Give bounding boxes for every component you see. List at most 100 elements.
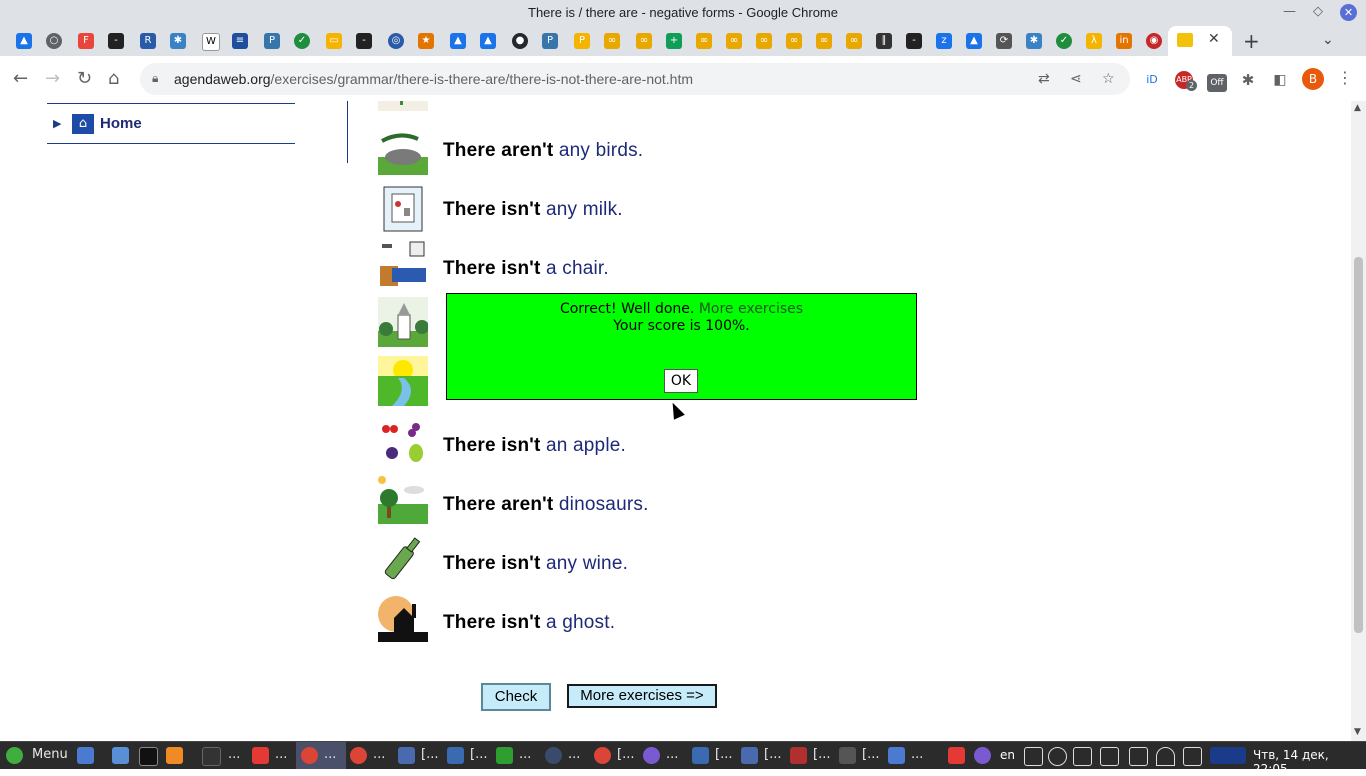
infinity-icon-2[interactable]: ∞ — [636, 33, 652, 49]
more-exercises-button[interactable]: More exercises => — [567, 684, 717, 708]
back-icon[interactable]: ← — [13, 68, 28, 89]
tray-anydesk-icon[interactable] — [948, 747, 965, 764]
mint-menu-icon[interactable] — [6, 747, 23, 764]
window-terminal-label[interactable]: ... — [228, 747, 240, 764]
bluetooth-icon[interactable] — [1129, 747, 1148, 766]
infinity-icon-4[interactable]: ∞ — [726, 33, 742, 49]
drive-icon-3[interactable]: ▲ — [480, 33, 496, 49]
python-icon-2[interactable]: P — [542, 33, 558, 49]
window-viber-label[interactable]: ... — [666, 747, 678, 764]
wifi-icon[interactable] — [1156, 747, 1175, 766]
circle-tab-icon[interactable]: ◎ — [388, 33, 404, 49]
extensions-puzzle-icon[interactable]: ✱ — [1239, 71, 1257, 89]
terminal-icon-3[interactable]: - — [906, 33, 922, 49]
url-text[interactable]: agendaweb.org/exercises/grammar/there-is… — [174, 71, 693, 87]
tray-viber-icon[interactable] — [974, 747, 991, 764]
address-bar[interactable]: 🔒︎ agendaweb.org/exercises/grammar/there… — [140, 63, 1130, 95]
off-extension-icon[interactable]: Off — [1207, 74, 1227, 92]
infinity-icon-8[interactable]: ∞ — [846, 33, 862, 49]
scrollbar-thumb[interactable] — [1354, 257, 1363, 633]
ok-button[interactable]: OK — [664, 369, 698, 393]
infinity-icon-1[interactable]: ∞ — [604, 33, 620, 49]
wikipedia-icon[interactable]: W — [202, 33, 220, 51]
menu-button[interactable]: Menu — [32, 747, 68, 764]
python-icon-3[interactable]: P — [574, 33, 590, 49]
check-tab-icon-2[interactable]: ✓ — [1056, 33, 1072, 49]
window-misc-2-label[interactable]: ... — [911, 747, 923, 764]
sync-icon[interactable]: ⟳ — [996, 33, 1012, 49]
drive-icon-4[interactable]: ▲ — [966, 33, 982, 49]
books-icon[interactable]: ∥ — [876, 33, 892, 49]
window-doc-2-label[interactable]: [... — [715, 747, 732, 764]
window-folder-icon[interactable] — [398, 747, 415, 764]
volume-icon[interactable] — [1073, 747, 1092, 766]
tab-search-icon[interactable]: ⌄ — [1322, 32, 1334, 48]
puzzle-tab-icon-2[interactable]: ✱ — [1026, 33, 1042, 49]
show-desktop-icon[interactable] — [77, 747, 94, 764]
side-panel-icon[interactable]: ◧ — [1271, 71, 1289, 89]
infinity-icon-7[interactable]: ∞ — [816, 33, 832, 49]
bookmark-star-icon[interactable]: ☆ — [1102, 71, 1115, 87]
tab-close-icon[interactable]: ✕ — [1208, 31, 1220, 47]
zoom-icon[interactable]: z — [936, 33, 952, 49]
minimize-icon[interactable]: — — [1283, 4, 1296, 19]
files-icon[interactable] — [112, 747, 129, 764]
figma-icon[interactable]: F — [78, 33, 94, 49]
drive-icon-2[interactable]: ▲ — [450, 33, 466, 49]
lock-icon[interactable]: 🔒︎ — [152, 71, 158, 86]
share-icon[interactable]: ⋖ — [1070, 71, 1082, 87]
infinity-icon-5[interactable]: ∞ — [756, 33, 772, 49]
terminal-icon-2[interactable]: - — [356, 33, 372, 49]
forward-icon[interactable]: → — [45, 68, 60, 89]
window-terminal-icon[interactable] — [202, 747, 221, 766]
r-icon[interactable]: R — [140, 33, 156, 49]
window-chrome-3-label[interactable]: [... — [617, 747, 634, 764]
drive-icon[interactable]: ▲ — [16, 33, 32, 49]
window-misc-label[interactable]: [... — [862, 747, 879, 764]
check-button[interactable]: Check — [481, 683, 551, 711]
puzzle-tab-icon[interactable]: ✱ — [170, 33, 186, 49]
star-tab-icon[interactable]: ★ — [418, 33, 434, 49]
python-icon[interactable]: P — [264, 33, 280, 49]
window-chrome-2-label[interactable]: ... — [373, 747, 385, 764]
window-app-icon[interactable] — [545, 747, 562, 764]
clipboard-icon[interactable] — [1183, 747, 1202, 766]
app-launcher-icon[interactable] — [166, 747, 183, 764]
lambda-icon[interactable]: λ — [1086, 33, 1102, 49]
window-calc-label[interactable]: ... — [519, 747, 531, 764]
record-icon[interactable]: ◉ — [1146, 33, 1162, 49]
window-chrome-icon[interactable] — [301, 747, 318, 764]
terminal-launcher-icon[interactable] — [139, 747, 158, 766]
stackoverflow-icon[interactable]: ≡ — [232, 33, 248, 49]
translate-icon[interactable]: ⇄ — [1038, 71, 1050, 87]
chrome-menu-icon[interactable]: ⋮ — [1337, 68, 1353, 87]
window-chrome-3-icon[interactable] — [594, 747, 611, 764]
keyboard-layout-indicator[interactable]: en — [1000, 748, 1015, 762]
window-folder-label[interactable]: [... — [421, 747, 438, 764]
window-chrome-2-icon[interactable] — [350, 747, 367, 764]
home-nav-icon[interactable]: ⌂ — [72, 114, 94, 134]
check-tab-icon[interactable]: ✓ — [294, 33, 310, 49]
system-monitor-icon[interactable] — [1210, 747, 1246, 764]
id-extension-icon[interactable]: iD — [1143, 71, 1161, 89]
sidebar-item-home[interactable]: Home — [100, 115, 142, 132]
window-misc-2-icon[interactable] — [888, 747, 905, 764]
close-window-icon[interactable]: ✕ — [1340, 4, 1357, 21]
more-exercises-link[interactable]: More exercises — [699, 301, 803, 317]
window-editor-icon[interactable] — [790, 747, 807, 764]
infinity-icon-6[interactable]: ∞ — [786, 33, 802, 49]
new-tab-button[interactable]: + — [1243, 29, 1260, 53]
scroll-up-icon[interactable]: ▲ — [1354, 103, 1361, 113]
tab-active[interactable]: ✕ — [1168, 26, 1232, 56]
window-folder-2-label[interactable]: [... — [764, 747, 781, 764]
in-icon[interactable]: in — [1116, 33, 1132, 49]
clock[interactable]: Чтв, 14 дек, 22:05 — [1253, 748, 1366, 776]
github-icon[interactable]: ● — [512, 33, 528, 49]
display-icon[interactable] — [1024, 747, 1043, 766]
terminal-icon[interactable]: - — [108, 33, 124, 49]
reload-icon[interactable]: ↻ — [77, 68, 92, 89]
window-app-label[interactable]: ... — [568, 747, 580, 764]
slides-icon[interactable]: ▭ — [326, 33, 342, 49]
window-folder-2-icon[interactable] — [741, 747, 758, 764]
globe-icon[interactable]: ○ — [46, 33, 62, 49]
